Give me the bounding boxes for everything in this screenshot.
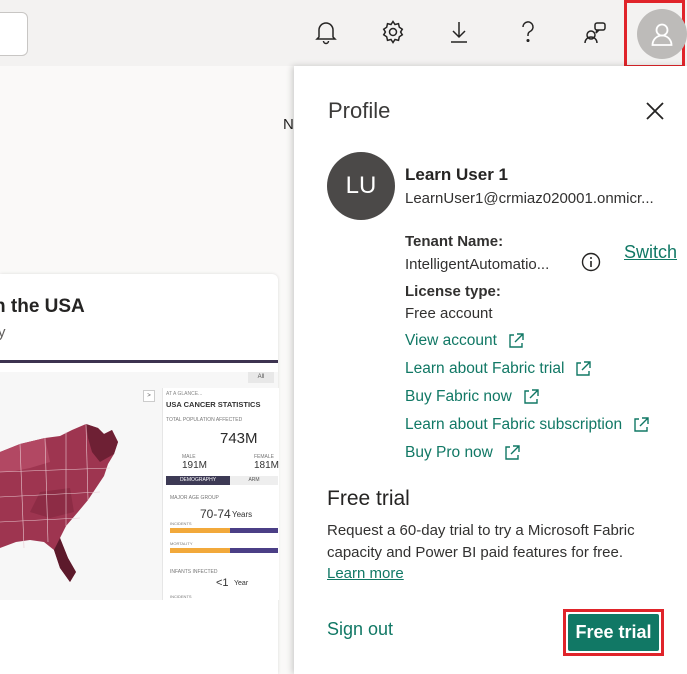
incidents-label: INCIDENTS <box>170 521 192 526</box>
download-icon[interactable] <box>443 16 475 48</box>
infants-unit: Year <box>234 580 249 587</box>
major-age-unit: Years <box>232 510 253 519</box>
tab-arm: ARM <box>230 476 278 485</box>
person-icon <box>651 23 673 46</box>
license-value: Free account <box>405 305 493 322</box>
incidents-bar-male <box>230 528 278 533</box>
view-account-label: View account <box>405 332 497 349</box>
close-button[interactable] <box>640 96 670 126</box>
filter-all-chip: All <box>248 372 274 383</box>
help-icon[interactable] <box>512 16 544 48</box>
user-avatar: LU <box>327 152 395 220</box>
incidents-bottom-label: INCIDENTS <box>170 594 192 599</box>
mortality-bar-male <box>230 548 278 553</box>
at-a-glance-label: AT A GLANCE... <box>166 391 203 397</box>
incidents-bar-female <box>170 528 230 533</box>
learn-fabric-subscription-link[interactable]: Learn about Fabric subscription <box>405 416 650 434</box>
female-value: 181M <box>254 460 280 471</box>
top-bar <box>0 0 687 68</box>
user-email: LearnUser1@crmiaz020001.onmicr... <box>405 190 654 207</box>
mortality-label: MORTALITY <box>170 541 193 546</box>
major-age-value: 70-74 <box>200 507 231 521</box>
infants-label: INFANTS INFECTED <box>170 569 218 575</box>
view-account-link[interactable]: View account <box>405 332 525 350</box>
external-link-icon <box>509 333 524 348</box>
report-card-title: n the USA <box>0 296 85 317</box>
card-divider <box>0 360 278 363</box>
share-feedback-icon[interactable] <box>579 16 611 48</box>
infants-value: <1 <box>216 577 229 589</box>
stats-heading: USA CANCER STATISTICS <box>166 400 261 409</box>
learn-fabric-subscription-label: Learn about Fabric subscription <box>405 416 623 433</box>
switch-tenant-link[interactable]: Switch <box>624 242 677 263</box>
profile-panel-title: Profile <box>328 98 391 123</box>
usa-map-image <box>0 423 118 582</box>
male-value: 191M <box>182 460 208 471</box>
free-trial-button[interactable]: Free trial <box>568 614 659 651</box>
account-manager-button[interactable] <box>637 9 687 59</box>
buy-fabric-label: Buy Fabric now <box>405 388 512 405</box>
external-link-icon <box>576 361 592 376</box>
external-link-icon <box>634 417 649 432</box>
major-age-label: MAJOR AGE GROUP <box>170 495 219 501</box>
mortality-bar-female <box>170 548 230 553</box>
buy-fabric-link[interactable]: Buy Fabric now <box>405 388 540 406</box>
expand-arrow: > <box>143 390 155 402</box>
free-trial-description: Request a 60-day trial to try a Microsof… <box>327 522 635 561</box>
info-icon[interactable] <box>581 252 601 272</box>
close-icon <box>646 102 664 120</box>
bell-icon[interactable] <box>310 16 342 48</box>
tab-demography: DEMOGRAPHY <box>166 476 230 485</box>
report-card-subtitle: y <box>0 324 6 341</box>
gear-icon[interactable] <box>377 16 409 48</box>
partial-label: N <box>283 116 294 133</box>
sign-out-link[interactable]: Sign out <box>327 619 393 640</box>
user-name: Learn User 1 <box>405 165 508 184</box>
learn-fabric-trial-label: Learn about Fabric trial <box>405 360 565 377</box>
total-value: 743M <box>220 430 258 447</box>
buy-pro-link[interactable]: Buy Pro now <box>405 444 521 462</box>
external-link-icon <box>505 445 520 460</box>
free-trial-heading: Free trial <box>327 487 410 510</box>
buy-pro-label: Buy Pro now <box>405 444 493 461</box>
learn-more-link[interactable]: Learn more <box>327 565 404 582</box>
tenant-label: Tenant Name: <box>405 233 504 250</box>
license-label: License type: <box>405 283 501 300</box>
search-box[interactable] <box>0 12 28 56</box>
total-label: TOTAL POPULATION AFFECTED <box>166 417 243 423</box>
external-link-icon <box>524 389 539 404</box>
tenant-value: IntelligentAutomatio... <box>405 256 550 273</box>
learn-fabric-trial-link[interactable]: Learn about Fabric trial <box>405 360 592 378</box>
